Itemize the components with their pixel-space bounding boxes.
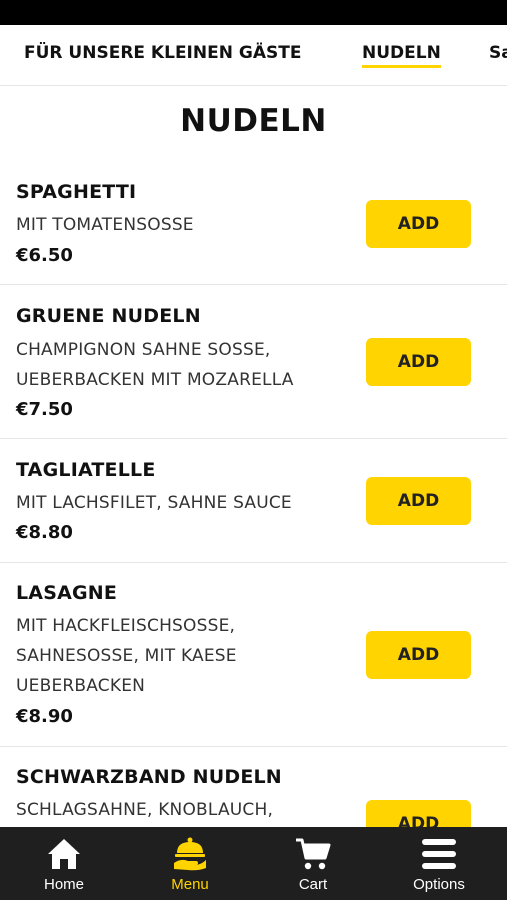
add-button[interactable]: ADD [366, 477, 471, 525]
item-name: SCHWARZBAND NUDELN [16, 766, 282, 788]
tab-label: FÜR UNSERE KLEINEN GÄSTE [24, 43, 302, 63]
item-description-line: CHAMPIGNON SAHNE SOSSE, [16, 340, 271, 360]
home-icon [48, 839, 80, 869]
tab-label: NUDELN [362, 43, 441, 68]
serving-dish-icon [174, 837, 206, 871]
item-description-line: UEBERBACKEN MIT MOZARELLA [16, 370, 294, 390]
menu-item: SPAGHETTI MIT TOMATENSOSSE €6.50 ADD [0, 170, 507, 285]
item-name: GRUENE NUDELN [16, 305, 201, 327]
section-title: NUDELN [180, 103, 327, 139]
item-description: MIT TOMATENSOSSE [16, 210, 336, 240]
item-description-line: MIT TOMATENSOSSE [16, 215, 194, 235]
item-description: SCHLAGSAHNE, KNOBLAUCH, [16, 795, 336, 825]
item-name: LASAGNE [16, 582, 118, 604]
item-description-line: SCHLAGSAHNE, KNOBLAUCH, [16, 800, 274, 820]
nav-cart[interactable]: Cart [250, 827, 376, 900]
tab-nudeln[interactable]: NUDELN [362, 43, 441, 68]
item-description-line: SAHNESOSSE, MIT KAESE [16, 646, 237, 666]
item-description-line: UEBERBACKEN [16, 676, 146, 696]
item-name: TAGLIATELLE [16, 459, 156, 481]
item-price: €8.90 [16, 706, 73, 727]
item-description-line: MIT LACHSFILET, SAHNE SAUCE [16, 493, 292, 513]
add-button[interactable]: ADD [366, 200, 471, 248]
menu-item: GRUENE NUDELN CHAMPIGNON SAHNE SOSSE, UE… [0, 285, 507, 439]
status-bar [0, 0, 507, 25]
cart-icon [296, 838, 331, 870]
menu-bars-icon [422, 839, 456, 869]
item-price: €7.50 [16, 399, 73, 420]
add-button[interactable]: ADD [366, 338, 471, 386]
item-description: MIT HACKFLEISCHSOSSE, SAHNESOSSE, MIT KA… [16, 611, 336, 701]
tab-next[interactable]: Sa [489, 43, 507, 63]
nav-menu[interactable]: Menu [127, 827, 253, 900]
item-price: €6.50 [16, 245, 73, 266]
menu-item: LASAGNE MIT HACKFLEISCHSOSSE, SAHNESOSSE… [0, 563, 507, 747]
item-description-line: MIT HACKFLEISCHSOSSE, [16, 616, 236, 636]
nav-label: Options [413, 876, 465, 893]
nav-home[interactable]: Home [1, 827, 127, 900]
item-description: MIT LACHSFILET, SAHNE SAUCE [16, 488, 336, 518]
menu-item: TAGLIATELLE MIT LACHSFILET, SAHNE SAUCE … [0, 439, 507, 563]
item-name: SPAGHETTI [16, 181, 137, 203]
nav-label: Cart [298, 876, 328, 893]
item-description: CHAMPIGNON SAHNE SOSSE, UEBERBACKEN MIT … [16, 335, 336, 395]
item-price: €8.80 [16, 522, 73, 543]
nav-label: Home [43, 876, 84, 893]
add-button[interactable]: ADD [366, 631, 471, 679]
nav-options[interactable]: Options [376, 827, 502, 900]
tab-label: Sa [489, 43, 507, 63]
nav-label: Menu [171, 876, 209, 893]
bottom-nav: Home Menu Cart Options [0, 827, 507, 900]
tab-kids[interactable]: FÜR UNSERE KLEINEN GÄSTE [24, 43, 301, 63]
category-tabs: FÜR UNSERE KLEINEN GÄSTE NUDELN Sa [0, 25, 507, 86]
